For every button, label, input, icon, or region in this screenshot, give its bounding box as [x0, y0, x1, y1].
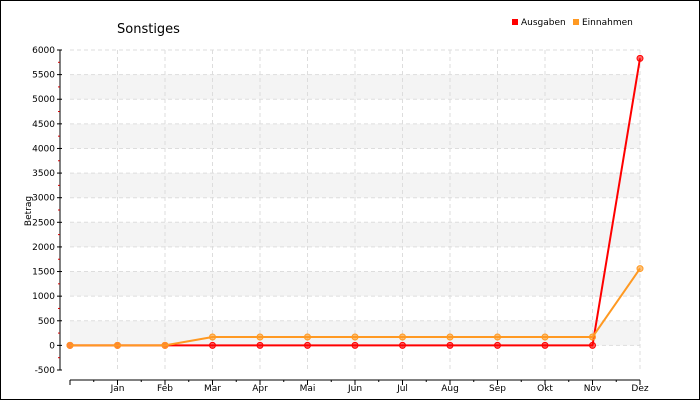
- y-tick-label: 1000: [32, 292, 55, 302]
- y-tick-label: 4000: [32, 144, 55, 154]
- x-tick-label: Nov: [584, 384, 602, 394]
- data-point-einnahmen: [541, 333, 549, 341]
- y-tick-label: 5000: [32, 95, 55, 105]
- x-tick-label: Mar: [204, 384, 221, 394]
- data-point-einnahmen: [114, 341, 121, 349]
- y-tick-label: 2500: [32, 218, 55, 228]
- legend-label-ausgaben: Ausgaben: [521, 18, 566, 28]
- data-point-einnahmen: [351, 333, 359, 341]
- y-tick-label: 4500: [32, 120, 55, 130]
- data-point-ausgaben: [399, 341, 406, 349]
- data-point-ausgaben: [589, 341, 596, 349]
- x-tick-label: Jun: [347, 384, 362, 394]
- data-point-einnahmen: [636, 265, 644, 273]
- x-tick-label: Jul: [396, 384, 408, 394]
- data-point-ausgaben: [446, 341, 454, 349]
- y-tick-label: 1500: [32, 268, 55, 278]
- data-point-einnahmen: [589, 333, 596, 341]
- data-point-ausgaben: [304, 341, 311, 349]
- line-chart: -500 0 500 1000 1500 2000 2500 3000 3500 4000 4500…: [24, 18, 649, 394]
- data-point-einnahmen: [209, 333, 216, 341]
- y-tick-label: 3000: [32, 194, 55, 204]
- x-tick-label: Mai: [300, 384, 316, 394]
- y-tick-label: 6000: [32, 46, 55, 56]
- x-tick-label: Sep: [489, 384, 506, 394]
- y-axis-title: Betrag: [24, 196, 34, 226]
- data-point-einnahmen: [256, 333, 264, 341]
- data-point-einnahmen: [446, 333, 454, 341]
- legend-swatch-einnahmen: [573, 19, 579, 25]
- y-tick-label: 2000: [32, 243, 55, 253]
- data-point-einnahmen: [494, 333, 501, 341]
- data-point-ausgaben: [256, 341, 264, 349]
- chart-title: Sonstiges: [117, 22, 180, 37]
- data-point-einnahmen: [66, 341, 74, 349]
- legend: Ausgaben Einnahmen: [512, 18, 633, 28]
- x-tick-label: Apr: [252, 384, 268, 394]
- y-tick-label: -500: [35, 366, 56, 376]
- x-tick-label: Jan: [110, 384, 125, 394]
- y-tick-label: 500: [38, 317, 55, 327]
- y-tick-label: 0: [49, 341, 55, 351]
- y-tick-label: 3500: [32, 169, 55, 179]
- x-tick-label: Okt: [537, 384, 553, 394]
- data-point-einnahmen: [161, 341, 169, 349]
- y-tick-label: 5500: [32, 71, 55, 81]
- data-point-ausgaben: [351, 341, 359, 349]
- x-axis-ticks: Jan Feb Mar Apr Mai Jun Jul Aug Sep Okt Nov Dez: [69, 380, 649, 394]
- data-point-ausgaben: [636, 54, 644, 62]
- x-tick-label: Dez: [631, 384, 648, 394]
- data-point-ausgaben: [494, 341, 501, 349]
- x-tick-label: Feb: [157, 384, 173, 394]
- legend-label-einnahmen: Einnahmen: [582, 18, 633, 28]
- data-point-einnahmen: [399, 333, 406, 341]
- x-tick-label: Aug: [441, 384, 459, 394]
- legend-swatch-ausgaben: [512, 19, 518, 25]
- data-point-einnahmen: [304, 333, 311, 341]
- y-axis-ticks: -500 0 500 1000 1500 2000 2500 3000 3500 4000 4500…: [32, 46, 62, 376]
- data-point-ausgaben: [209, 341, 216, 349]
- data-point-ausgaben: [541, 341, 549, 349]
